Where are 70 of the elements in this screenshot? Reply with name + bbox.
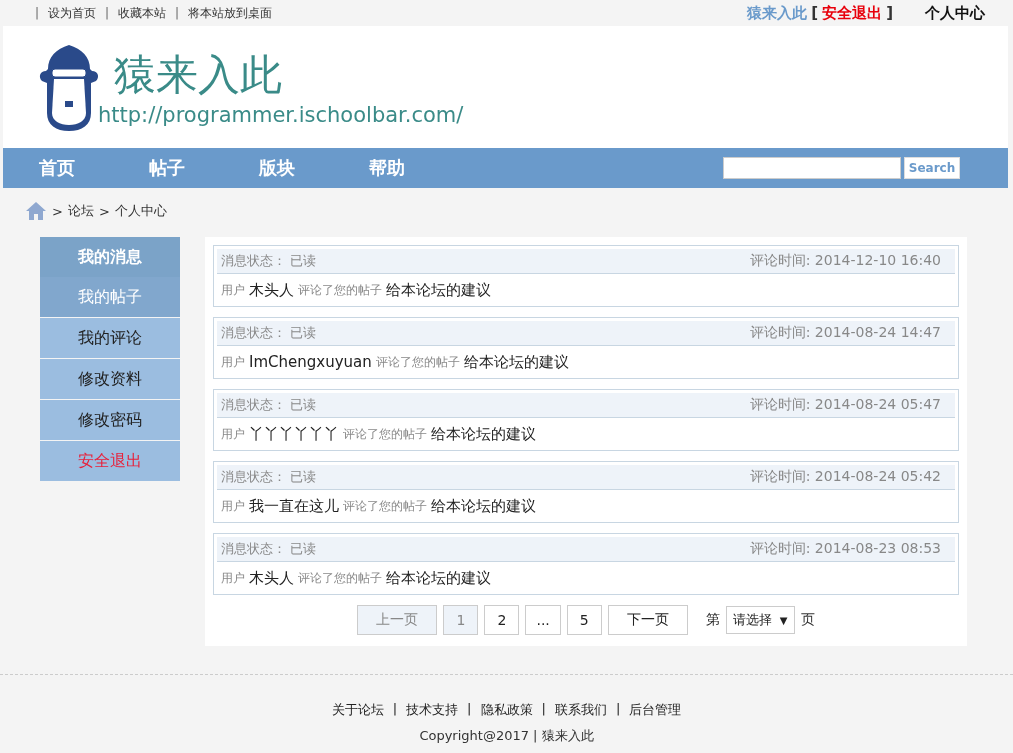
user-name[interactable]: 木头人: [249, 568, 294, 588]
home-icon[interactable]: [25, 201, 47, 221]
user-name[interactable]: 木头人: [249, 280, 294, 300]
logout-link[interactable]: 安全退出: [822, 3, 883, 23]
user-label: 用户: [221, 497, 245, 515]
comment-time: 评论时间: 2014-08-24 05:42: [749, 468, 941, 486]
footer-link[interactable]: 技术支持: [406, 701, 459, 719]
next-page-button[interactable]: 下一页: [607, 605, 688, 635]
jump-suffix: 页: [800, 611, 815, 629]
separator: |: [541, 701, 546, 718]
message-status: 消息状态： 已读: [221, 468, 317, 486]
user-label: 用户: [221, 569, 245, 587]
action-text: 评论了您的帖子: [343, 425, 427, 443]
site-name: 猿来入此: [114, 49, 283, 101]
top-link[interactable]: 设为首页: [48, 4, 97, 22]
separator: |: [35, 6, 40, 20]
jump-prefix: 第: [705, 611, 720, 629]
action-text: 评论了您的帖子: [298, 281, 382, 299]
separator: |: [105, 6, 110, 20]
separator: |: [175, 6, 180, 20]
comment-time: 评论时间: 2014-08-23 08:53: [749, 540, 941, 558]
separator: |: [392, 701, 398, 718]
sidebar-item[interactable]: 我的评论: [40, 318, 180, 358]
bracket: ]: [886, 4, 893, 22]
sidebar-item[interactable]: 修改密码: [40, 400, 180, 440]
site-url: http://programmer.ischoolbar.com/: [98, 103, 464, 127]
breadcrumb-separator: >: [98, 203, 110, 219]
user-name[interactable]: 丫丫丫丫丫丫: [249, 424, 339, 444]
page-select[interactable]: 请选择 ▼: [725, 606, 795, 634]
message-status: 消息状态： 已读: [221, 396, 317, 414]
post-title-link[interactable]: 给本论坛的建议: [386, 280, 491, 300]
comment-time: 评论时间: 2014-08-24 14:47: [749, 324, 941, 342]
comment-time: 评论时间: 2014-08-24 05:47: [749, 396, 941, 414]
sidebar-item[interactable]: 修改资料: [40, 359, 180, 399]
user-label: 用户: [221, 281, 245, 299]
page-button[interactable]: 5: [566, 605, 602, 635]
footer-link[interactable]: 关于论坛: [331, 701, 384, 719]
top-link[interactable]: 将本站放到桌面: [188, 4, 273, 22]
breadcrumb-separator: >: [52, 203, 63, 219]
bracket: [: [811, 4, 819, 22]
top-link[interactable]: 收藏本站: [118, 4, 167, 22]
sidebar-title: 我的消息: [40, 237, 180, 277]
page-button[interactable]: 2: [484, 605, 520, 635]
user-name[interactable]: ImChengxuyuan: [249, 353, 372, 371]
action-text: 评论了您的帖子: [343, 497, 427, 515]
footer-link[interactable]: 联系我们: [554, 701, 607, 719]
breadcrumb-link[interactable]: 论坛: [67, 202, 94, 220]
user-name[interactable]: 我一直在这儿: [249, 496, 339, 516]
footer-link[interactable]: 隐私政策: [480, 701, 533, 719]
post-title-link[interactable]: 给本论坛的建议: [431, 496, 536, 516]
message-status: 消息状态： 已读: [221, 252, 317, 270]
footer-link[interactable]: 后台管理: [629, 701, 682, 719]
monkey-logo-icon: [38, 43, 100, 131]
post-title-link[interactable]: 给本论坛的建议: [386, 568, 491, 588]
user-label: 用户: [221, 353, 245, 371]
breadcrumb-link[interactable]: 个人中心: [114, 202, 167, 220]
action-text: 评论了您的帖子: [298, 569, 382, 587]
message-status: 消息状态： 已读: [221, 324, 317, 342]
comment-time: 评论时间: 2014-12-10 16:40: [749, 252, 941, 270]
separator: |: [467, 701, 472, 718]
message-status: 消息状态： 已读: [221, 540, 317, 558]
copyright-text: Copyright@2017 | 猿来入此: [419, 727, 594, 745]
action-text: 评论了您的帖子: [375, 353, 460, 371]
post-title-link[interactable]: 给本论坛的建议: [431, 424, 536, 444]
personal-center-link[interactable]: 个人中心: [925, 3, 985, 23]
page-button[interactable]: ...: [525, 605, 561, 635]
post-title-link[interactable]: 给本论坛的建议: [463, 352, 569, 372]
user-label: 用户: [221, 425, 245, 443]
separator: |: [615, 701, 621, 718]
search-field[interactable]: [723, 157, 901, 179]
